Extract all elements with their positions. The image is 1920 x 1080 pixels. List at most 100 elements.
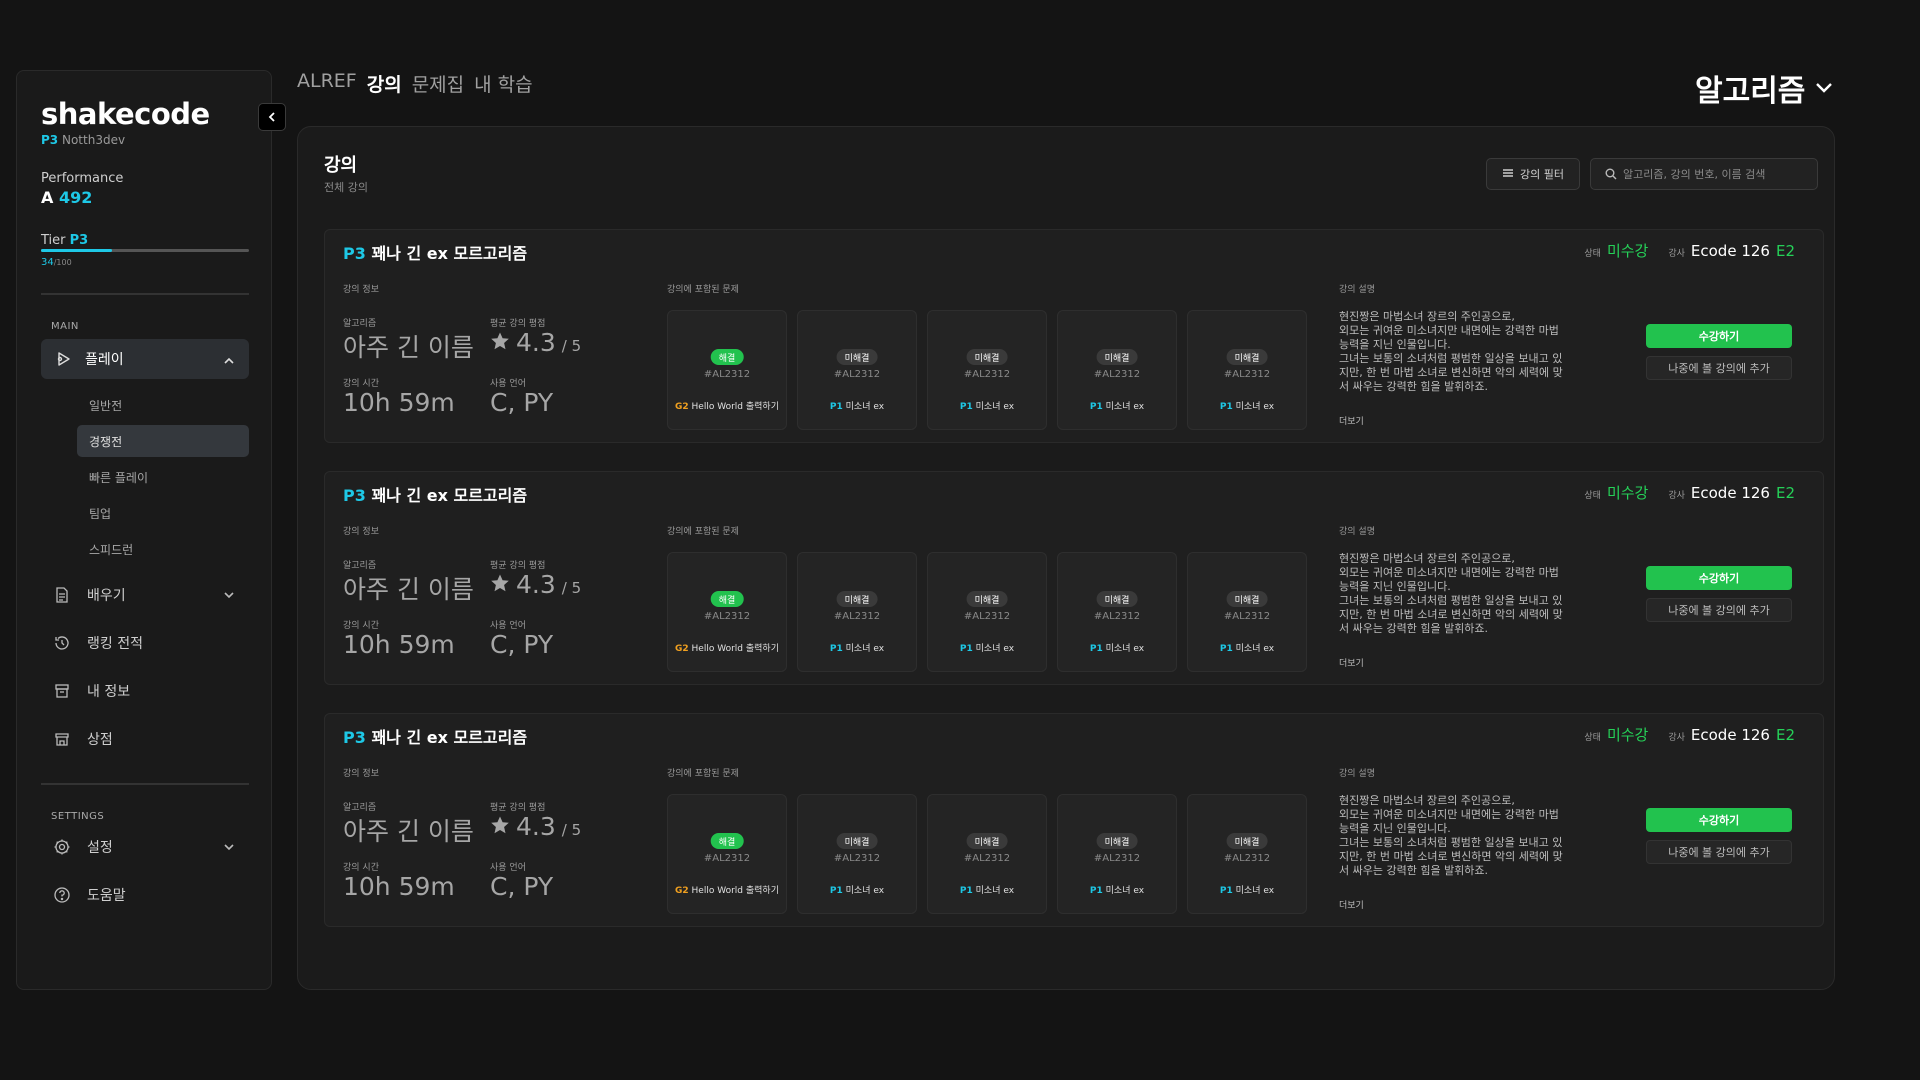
problem-card[interactable]: 해결 #AL2312 G2 Hello World 출력하기 <box>667 552 787 672</box>
problem-card[interactable]: 미해결 #AL2312 P1 미소녀 ex <box>927 552 1047 672</box>
course-card: P3 꽤나 긴 ex 모르고리즘 상태 미수강 강사 Ecode 126 E2 … <box>324 229 1824 443</box>
star-icon <box>490 815 510 839</box>
instructor-grade: E2 <box>1775 242 1795 260</box>
sidebar-item-ranking[interactable]: 랭킹 전적 <box>41 625 249 661</box>
problem-name: P1 미소녀 ex <box>1188 641 1306 654</box>
sidebar-collapse-button[interactable] <box>258 103 286 131</box>
description-line: 서 싸우는 강력한 힘을 발휘하죠. <box>1339 864 1489 877</box>
tier-label: Tier P3 <box>41 233 88 248</box>
more-link[interactable]: 더보기 <box>1339 898 1364 911</box>
instructor-name[interactable]: Ecode 126 <box>1691 484 1770 502</box>
sidebar-subitem-quickplay[interactable]: 빠른 플레이 <box>77 461 249 493</box>
problem-title: Hello World 출력하기 <box>691 402 779 412</box>
problem-status-badge: 해결 <box>710 591 744 607</box>
problem-card[interactable]: 미해결 #AL2312 P1 미소녀 ex <box>1187 552 1307 672</box>
instructor-name[interactable]: Ecode 126 <box>1691 242 1770 260</box>
sidebar-subitem-teamup[interactable]: 팀업 <box>77 497 249 529</box>
brand-logo[interactable]: shakecode <box>41 97 210 131</box>
course-title[interactable]: P3 꽤나 긴 ex 모르고리즘 <box>343 724 527 748</box>
problem-card[interactable]: 해결 #AL2312 G2 Hello World 출력하기 <box>667 310 787 430</box>
problem-title: 미소녀 ex <box>975 644 1015 654</box>
problem-name: P1 미소녀 ex <box>798 641 916 654</box>
filter-label: 강의 필터 <box>1520 168 1564 181</box>
language-value: C, PY <box>490 388 554 417</box>
problem-card[interactable]: 미해결 #AL2312 P1 미소녀 ex <box>797 310 917 430</box>
add-watch-later-button[interactable]: 나중에 볼 강의에 추가 <box>1646 598 1792 622</box>
problem-code: #AL2312 <box>1093 611 1141 622</box>
instructor-grade: E2 <box>1775 484 1795 502</box>
status-label: 상태 <box>1584 491 1601 501</box>
problem-tier: G2 <box>675 886 689 896</box>
page-title: 강의 <box>324 155 358 176</box>
category-select[interactable]: 알고리즘 <box>1695 66 1835 110</box>
course-title[interactable]: P3 꽤나 긴 ex 모르고리즘 <box>343 482 527 506</box>
description-line: 외모는 귀여운 미소녀지만 내면에는 강력한 마법 <box>1339 324 1559 337</box>
description-line: 현진짱은 마법소녀 장르의 주인공으로, <box>1339 310 1515 323</box>
sidebar-subitem-competitive[interactable]: 경쟁전 <box>77 425 249 457</box>
status-value: 미수강 <box>1606 484 1649 502</box>
problem-card[interactable]: 미해결 #AL2312 P1 미소녀 ex <box>927 310 1047 430</box>
description-line: 지만, 한 번 마법 소녀로 변신하면 악의 세력에 맞 <box>1339 850 1563 863</box>
problem-card[interactable]: 해결 #AL2312 G2 Hello World 출력하기 <box>667 794 787 914</box>
main-section-label: MAIN <box>51 321 79 332</box>
play-icon <box>55 350 73 368</box>
tab-alref[interactable]: ALREF <box>297 70 357 97</box>
instructor-name[interactable]: Ecode 126 <box>1691 726 1770 744</box>
rating-value: 4.3 <box>516 570 556 599</box>
problem-tier: P1 <box>959 402 973 412</box>
sidebar-item-help[interactable]: 도움말 <box>41 877 249 913</box>
problem-code: #AL2312 <box>703 853 751 864</box>
more-link[interactable]: 더보기 <box>1339 414 1364 427</box>
tab-lectures[interactable]: 강의 <box>367 70 402 97</box>
problems-header: 강의에 포함된 문제 <box>667 527 739 537</box>
problem-name: G2 Hello World 출력하기 <box>668 641 786 654</box>
enroll-button[interactable]: 수강하기 <box>1646 808 1792 832</box>
sidebar-subitem-normal[interactable]: 일반전 <box>77 389 249 421</box>
more-link[interactable]: 더보기 <box>1339 656 1364 669</box>
search-input[interactable] <box>1623 167 1813 181</box>
instructor-label: 강사 <box>1668 249 1685 259</box>
status-label: 상태 <box>1584 733 1601 743</box>
document-icon <box>53 586 71 604</box>
lecture-filter-button[interactable]: 강의 필터 <box>1486 158 1580 190</box>
add-watch-later-button[interactable]: 나중에 볼 강의에 추가 <box>1646 840 1792 864</box>
problem-code: #AL2312 <box>833 369 881 380</box>
sidebar-item-myinfo[interactable]: 내 정보 <box>41 673 249 709</box>
description-line: 지만, 한 번 마법 소녀로 변신하면 악의 세력에 맞 <box>1339 366 1563 379</box>
problem-card[interactable]: 미해결 #AL2312 P1 미소녀 ex <box>1187 794 1307 914</box>
problem-title: 미소녀 ex <box>1105 886 1145 896</box>
course-tier: P3 <box>343 728 366 747</box>
sidebar-item-shop[interactable]: 상점 <box>41 721 249 757</box>
enroll-button[interactable]: 수강하기 <box>1646 566 1792 590</box>
course-info-header: 강의 정보 <box>343 285 379 295</box>
archive-icon <box>53 682 71 700</box>
enroll-button[interactable]: 수강하기 <box>1646 324 1792 348</box>
sidebar-subitem-speedrun[interactable]: 스피드런 <box>77 533 249 565</box>
problem-card[interactable]: 미해결 #AL2312 P1 미소녀 ex <box>1057 552 1177 672</box>
description-header: 강의 설명 <box>1339 527 1375 537</box>
sidebar-item-settings[interactable]: 설정 <box>41 829 249 865</box>
status-value: 미수강 <box>1606 242 1649 260</box>
chevron-down-icon <box>1813 71 1835 106</box>
problem-status-badge: 미해결 <box>836 591 878 607</box>
problem-name: P1 미소녀 ex <box>798 399 916 412</box>
sidebar-item-learn[interactable]: 배우기 <box>41 577 249 613</box>
course-title[interactable]: P3 꽤나 긴 ex 모르고리즘 <box>343 240 527 264</box>
star-icon <box>490 573 510 597</box>
problem-card[interactable]: 미해결 #AL2312 P1 미소녀 ex <box>927 794 1047 914</box>
problem-card[interactable]: 미해결 #AL2312 P1 미소녀 ex <box>1057 310 1177 430</box>
duration-value: 10h 59m <box>343 388 455 417</box>
problem-card[interactable]: 미해결 #AL2312 P1 미소녀 ex <box>1187 310 1307 430</box>
sidebar-item-label: 설정 <box>87 840 113 856</box>
sidebar-item-play[interactable]: 플레이 <box>41 339 249 379</box>
search-box[interactable] <box>1590 158 1818 190</box>
tab-problem-sets[interactable]: 문제집 <box>412 70 464 97</box>
top-nav: ALREF 강의 문제집 내 학습 <box>297 70 533 97</box>
problem-card[interactable]: 미해결 #AL2312 P1 미소녀 ex <box>797 552 917 672</box>
problem-card[interactable]: 미해결 #AL2312 P1 미소녀 ex <box>797 794 917 914</box>
problem-card[interactable]: 미해결 #AL2312 P1 미소녀 ex <box>1057 794 1177 914</box>
chevron-down-icon <box>223 841 235 857</box>
add-watch-later-button[interactable]: 나중에 볼 강의에 추가 <box>1646 356 1792 380</box>
problem-code: #AL2312 <box>963 853 1011 864</box>
tab-my-learning[interactable]: 내 학습 <box>474 70 532 97</box>
